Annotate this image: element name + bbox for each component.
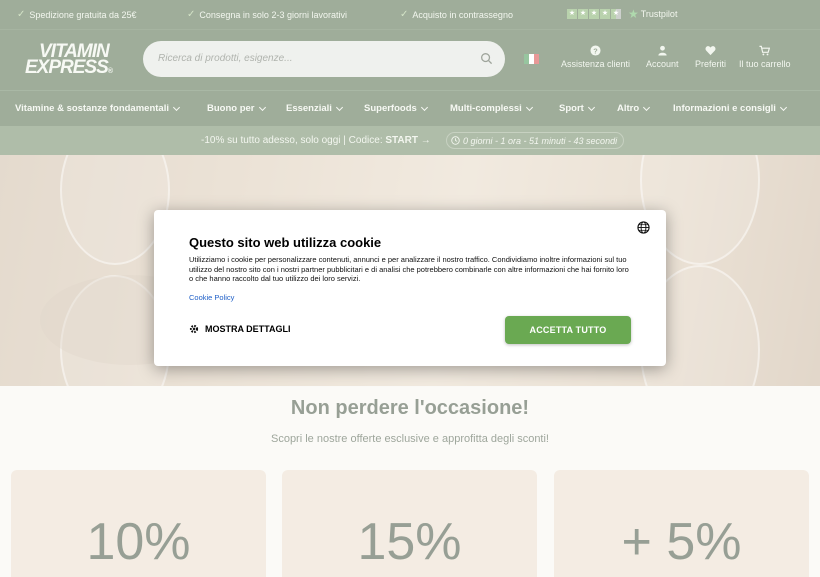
cookie-policy-link[interactable]: Cookie Policy bbox=[189, 293, 234, 302]
cookie-description: Utilizziamo i cookie per personalizzare … bbox=[189, 255, 629, 283]
accept-all-button[interactable]: ACCETTA TUTTO bbox=[505, 316, 631, 344]
cookie-title: Questo sito web utilizza cookie bbox=[189, 235, 382, 250]
globe-icon[interactable] bbox=[637, 221, 650, 234]
cookie-consent-dialog: Questo sito web utilizza cookie Utilizzi… bbox=[154, 210, 666, 366]
gear-icon bbox=[189, 324, 199, 334]
show-details-button[interactable]: MOSTRA DETTAGLI bbox=[189, 324, 291, 334]
